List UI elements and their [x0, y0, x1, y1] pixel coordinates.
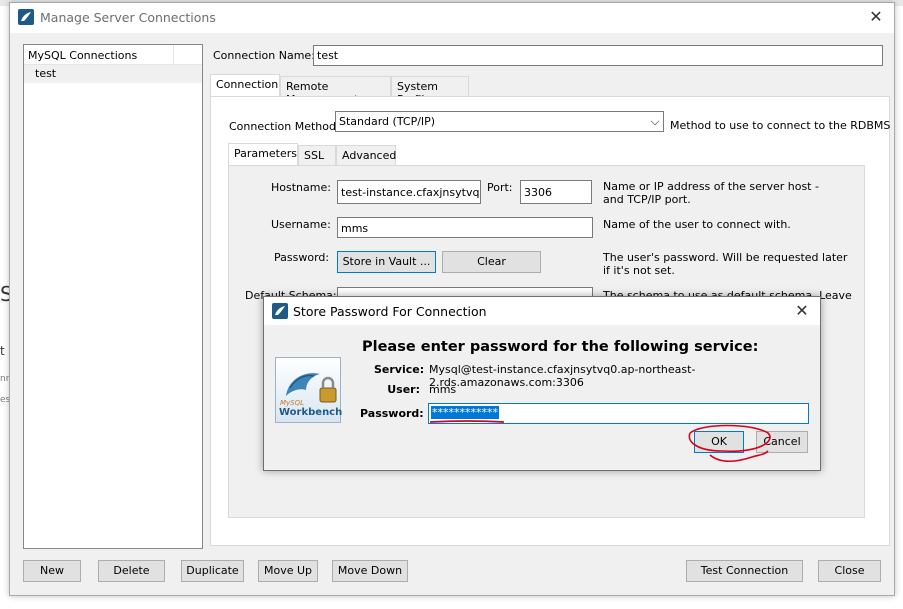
- duplicate-button[interactable]: Duplicate: [181, 560, 244, 582]
- tab-system-profile[interactable]: System Profile: [391, 76, 469, 106]
- chevron-down-icon: [650, 116, 660, 126]
- dialog-heading: Please enter password for the following …: [362, 339, 759, 355]
- password-label: Password:: [274, 251, 330, 264]
- port-input[interactable]: 3306: [520, 180, 592, 204]
- logo-workbench-text: Workbench: [279, 407, 343, 418]
- store-in-vault-button[interactable]: Store in Vault ...: [337, 251, 436, 273]
- clear-password-button[interactable]: Clear: [442, 251, 541, 273]
- port-label: Port:: [487, 181, 513, 194]
- hostname-input[interactable]: test-instance.cfaxjnsytvq0.a: [337, 180, 481, 204]
- parameter-tabs: Parameters SSL Advanced: [228, 143, 868, 165]
- window-close-button[interactable]: ✕: [866, 7, 886, 27]
- new-button[interactable]: New: [23, 560, 81, 582]
- dialog-titlebar: Store Password For Connection ✕: [264, 297, 820, 325]
- connection-name-label: Connection Name:: [213, 49, 315, 62]
- tab-remote-management[interactable]: Remote Management: [280, 76, 391, 106]
- username-input[interactable]: mms: [337, 217, 593, 238]
- service-value: Mysql@test-instance.cfaxjnsytvq0.ap-nort…: [429, 363, 696, 389]
- connection-method-value: Standard (TCP/IP): [339, 115, 436, 128]
- test-connection-button[interactable]: Test Connection: [686, 560, 803, 582]
- window-titlebar: Manage Server Connections ✕: [10, 3, 894, 33]
- mysql-workbench-icon: [272, 303, 288, 319]
- dialog-title: Store Password For Connection: [293, 304, 487, 319]
- dialog-close-button[interactable]: ✕: [792, 301, 812, 321]
- password-selected-text: ************: [431, 406, 499, 419]
- hostname-description: Name or IP address of the server host - …: [603, 180, 819, 206]
- main-tabs: Connection Remote Management System Prof…: [210, 74, 890, 106]
- user-value: mms: [429, 383, 457, 396]
- close-button[interactable]: Close: [818, 560, 881, 582]
- tab-ssl[interactable]: SSL: [298, 145, 336, 165]
- username-label: Username:: [271, 218, 331, 231]
- user-label: User:: [387, 383, 420, 396]
- delete-button[interactable]: Delete: [98, 560, 165, 582]
- red-circle-annotation: [688, 424, 771, 463]
- tab-parameters[interactable]: Parameters: [228, 143, 298, 165]
- background-text: t: [0, 344, 5, 358]
- red-underline-annotation: [429, 420, 505, 423]
- connection-name-input[interactable]: test: [313, 45, 883, 66]
- move-down-button[interactable]: Move Down: [332, 560, 408, 582]
- store-password-dialog: Store Password For Connection ✕ MySQL Wo…: [263, 296, 821, 471]
- service-label: Service:: [374, 363, 425, 376]
- connection-method-label: Connection Method:: [229, 120, 340, 133]
- username-description: Name of the user to connect with.: [603, 218, 791, 231]
- workbench-logo: MySQL Workbench: [275, 357, 343, 423]
- connections-list[interactable]: MySQL Connections test: [23, 44, 203, 549]
- tab-advanced[interactable]: Advanced: [336, 145, 396, 165]
- connections-list-header: MySQL Connections: [24, 45, 202, 65]
- logo-mysql-text: MySQL: [280, 399, 305, 407]
- dialog-password-label: Password:: [360, 407, 424, 420]
- mysql-workbench-icon: [18, 9, 34, 25]
- connection-item-test[interactable]: test: [24, 65, 202, 83]
- hostname-label: Hostname:: [271, 181, 331, 194]
- move-up-button[interactable]: Move Up: [258, 560, 318, 582]
- tab-connection[interactable]: Connection: [210, 74, 280, 96]
- password-description: The user's password. Will be requested l…: [603, 251, 848, 277]
- connection-method-desc: Method to use to connect to the RDBMS: [670, 119, 891, 132]
- connection-method-select[interactable]: Standard (TCP/IP): [335, 111, 664, 132]
- window-title: Manage Server Connections: [40, 10, 216, 25]
